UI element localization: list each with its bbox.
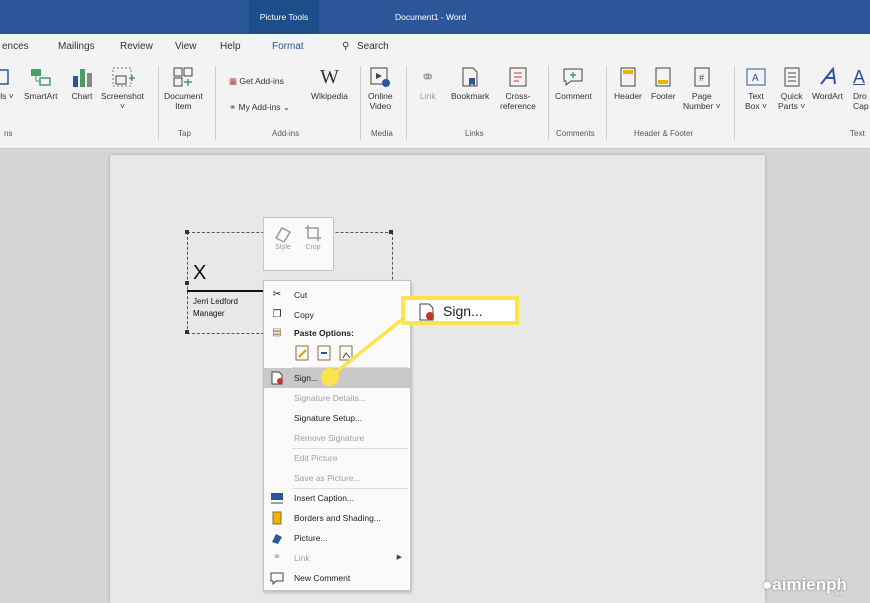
sign-document-icon: [419, 303, 434, 321]
watermark-t-icon: ●: [762, 575, 773, 594]
watermark-logo: ●aimienph .vn: [762, 575, 847, 597]
sign-callout: Sign...: [401, 296, 519, 325]
